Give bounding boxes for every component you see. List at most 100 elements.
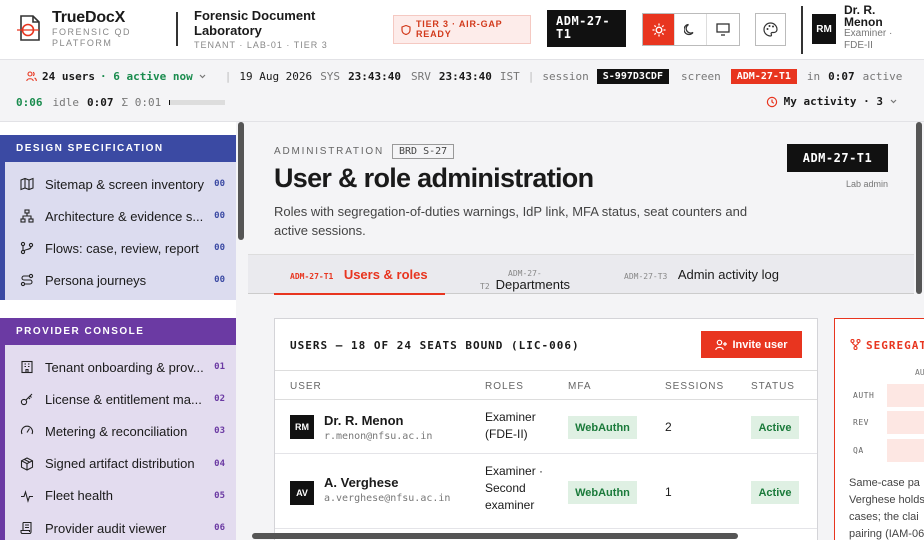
table-header: USER ROLES MFA SESSIONS STATUS <box>275 370 817 400</box>
dark-theme-button[interactable] <box>675 14 707 45</box>
map-icon <box>20 177 34 191</box>
matrix-row-label: QA <box>853 446 864 455</box>
screen-label: screen <box>680 70 721 83</box>
role-line: (FDE-II) <box>485 427 528 441</box>
column-user[interactable]: USER <box>290 381 322 392</box>
user-role-line-2: FDE-II <box>844 40 873 51</box>
chevron-down-icon <box>199 74 206 79</box>
note-line: cases; the clai <box>849 511 919 523</box>
sidebar-item-number: 04 <box>214 458 225 469</box>
shield-icon <box>401 25 411 35</box>
user-name[interactable]: Dr. R. Menon <box>324 413 403 428</box>
tab-code: ADM-27-T1 <box>290 272 334 281</box>
idle-time: 0:07 <box>87 96 114 109</box>
user-name[interactable]: A. Verghese <box>324 475 398 490</box>
scrollbar-thumb[interactable] <box>252 533 738 539</box>
palette-button[interactable] <box>755 13 786 46</box>
sidebar-item-number: 02 <box>214 394 225 405</box>
brand[interactable]: TrueDocX FORENSIC QD PLATFORM <box>52 9 131 49</box>
matrix-row-label: REV <box>853 418 869 427</box>
divider <box>176 12 178 46</box>
main-scrollbar[interactable] <box>914 122 924 540</box>
main-content: ADMINISTRATION BRD S-27 User & role admi… <box>248 122 924 540</box>
status-badge: Active <box>751 416 799 439</box>
lab-title-line-1: Forensic Document <box>194 8 316 23</box>
sys-time: 23:43:40 <box>348 70 402 83</box>
sidebar-item-label: Architecture & evidence s... <box>45 208 204 224</box>
section-design-spec: DESIGN SPECIFICATION <box>0 135 236 162</box>
tab-users-roles[interactable]: ADM-27-T1 Users & roles <box>274 255 445 295</box>
sidebar-item-signed-artifact-distribution[interactable]: Signed artifact distribution 04 <box>20 450 225 478</box>
branch-icon <box>850 338 861 351</box>
srv-time: 23:43:40 <box>438 70 492 83</box>
timezone: IST <box>499 70 520 83</box>
sidebar-item-architecture-evidence-s[interactable]: Architecture & evidence s... 00 <box>20 202 225 230</box>
lab-title-line-2: Laboratory <box>194 23 262 38</box>
role-line: Examiner <box>485 410 536 424</box>
sidebar-item-label: Signed artifact distribution <box>45 456 195 472</box>
status-line-2: 0:06 idle 0:07 Σ 0:01 <box>0 96 226 109</box>
scrollbar-thumb[interactable] <box>916 122 922 294</box>
sidebar-item-license-entitlement-ma[interactable]: License & entitlement ma... 02 <box>20 385 225 413</box>
section-rail <box>0 345 5 540</box>
lab-title: Forensic Document Laboratory TENANT · LA… <box>194 8 344 50</box>
sidebar-item-label: Tenant onboarding & prov... <box>45 359 204 375</box>
column-status[interactable]: STATUS <box>751 381 795 392</box>
users-card-title: USERS — 18 OF 24 SEATS BOUND (LIC-006) <box>290 339 580 352</box>
screen-id: ADM-27-T1 <box>730 69 797 84</box>
session-count: 1 <box>665 485 672 499</box>
tenant-label: TENANT · LAB-01 · TIER 3 <box>194 40 328 50</box>
role-line: examiner <box>485 498 535 512</box>
tab-label: Departments <box>495 277 571 292</box>
column-roles[interactable]: ROLES <box>485 381 524 392</box>
sidebar-item-provider-audit-viewer[interactable]: Provider audit viewer 06 <box>20 514 225 540</box>
separator: | <box>224 70 232 83</box>
sidebar-item-flows-case-review-report[interactable]: Flows: case, review, report 00 <box>20 234 225 262</box>
page-description: Roles with segregation-of-duties warning… <box>274 204 748 238</box>
sidebar-item-sitemap-screen-inventory[interactable]: Sitemap & screen inventory 00 <box>20 170 225 198</box>
route-icon <box>20 273 34 287</box>
my-activity-label: My activity · 3 <box>783 95 883 108</box>
light-theme-button[interactable] <box>643 14 675 45</box>
column-mfa[interactable]: MFA <box>568 381 592 392</box>
sidebar-item-persona-journeys[interactable]: Persona journeys 00 <box>20 266 225 294</box>
user-menu[interactable]: Dr. R. Menon Examiner · FDE-II <box>844 4 924 52</box>
horizontal-scrollbar[interactable] <box>248 530 914 540</box>
sidebar-item-tenant-onboarding-prov[interactable]: Tenant onboarding & prov... 01 <box>20 353 225 381</box>
screen-id-box: ADM-27-T1 <box>787 144 888 172</box>
sidebar-scrollbar[interactable] <box>236 122 246 540</box>
screen-role-caption: Lab admin <box>845 179 888 189</box>
sun-icon <box>652 23 665 36</box>
sidebar-item-fleet-health[interactable]: Fleet health 05 <box>20 482 225 510</box>
active-label: active <box>862 70 903 83</box>
role-line: Second <box>485 481 526 495</box>
sidebar-item-label: Sitemap & screen inventory <box>45 176 204 192</box>
screen-id-tag: ADM-27- T1 <box>547 10 626 47</box>
invite-user-button[interactable]: Invite user <box>701 331 802 358</box>
brand-sub: FORENSIC QD <box>52 27 132 37</box>
tier-badge-line-1: TIER 3 · AIR-GAP <box>416 19 503 29</box>
table-row[interactable]: AV A. Verghese a.verghese@nfsu.ac.in Exa… <box>275 454 817 529</box>
tier-badge-line-2: READY <box>416 29 452 39</box>
system-theme-button[interactable] <box>707 14 739 45</box>
my-activity-dropdown[interactable]: My activity · 3 <box>766 95 898 108</box>
sidebar-item-metering-reconciliation[interactable]: Metering & reconciliation 03 <box>20 417 225 445</box>
matrix-row-label: AUTH <box>853 391 875 400</box>
idle-progress-bar <box>169 100 226 105</box>
table-row[interactable]: RM Dr. R. Menon r.menon@nfsu.ac.in Exami… <box>275 400 817 454</box>
tab-departments[interactable]: ADM-27- T2 Departments <box>480 255 590 295</box>
status-badge: Active <box>751 481 799 504</box>
key-icon <box>20 393 33 406</box>
sidebar-item-number: 00 <box>214 275 225 285</box>
scroll-icon <box>20 521 32 535</box>
monitor-icon <box>716 23 730 36</box>
avatar[interactable]: RM <box>812 14 836 44</box>
tab-admin-activity-log[interactable]: ADM-27-T3 Admin activity log <box>624 255 804 295</box>
moon-icon <box>684 23 694 36</box>
scrollbar-thumb[interactable] <box>238 122 244 240</box>
column-sessions[interactable]: SESSIONS <box>665 381 724 392</box>
segregation-card: SEGREGATION AU AUTH REV QA Same-case pa … <box>834 318 924 540</box>
theme-switcher <box>642 13 740 46</box>
presence-dropdown[interactable]: 24 users · 6 active now <box>26 70 207 83</box>
session-count: 2 <box>665 420 672 434</box>
